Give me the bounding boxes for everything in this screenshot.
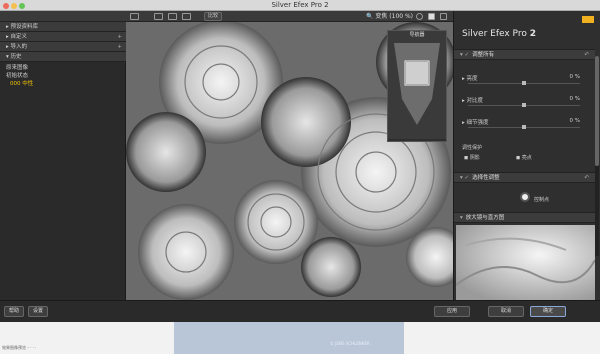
side-by-side-view-icon[interactable] [182, 13, 191, 20]
history-item-selected[interactable]: 000 中性 [10, 80, 33, 88]
reset-icon[interactable]: ↶ [584, 173, 589, 183]
panel-scrollbar[interactable] [595, 56, 599, 256]
ok-button[interactable]: 确定 [530, 306, 566, 317]
section-custom[interactable]: ▸ 自定义 + [0, 32, 126, 42]
watermark-text: © JENS SCHLENKER [330, 341, 370, 346]
slider-knob[interactable] [522, 81, 526, 85]
left-panel: ▸ 预设资料库 ▸ 自定义 + ▸ 导入的 + ▾ 历史 原来图像 初始状态 000… [0, 22, 126, 300]
background-white-icon[interactable] [428, 13, 435, 20]
scrollbar-thumb[interactable] [595, 56, 599, 166]
section-history[interactable]: ▾ 历史 [0, 52, 126, 62]
structure-slider[interactable]: ▸ 细节强度 0 % [462, 117, 588, 131]
collapse-icon[interactable]: ▾ ✓ [460, 175, 469, 181]
zoom-control[interactable]: 🔍 变焦 (100 %) [366, 12, 413, 21]
slider-knob[interactable] [522, 103, 526, 107]
app-logo: Silver Efex Pro 2 [462, 29, 536, 39]
history-item[interactable]: 初始状态 [6, 72, 28, 80]
right-panel: Silver Efex Pro 2 ▾ ✓ 调整所有 ↶ ▸ 亮度 0 % ▸ 对… [453, 11, 600, 300]
add-icon[interactable]: + [117, 42, 122, 52]
loupe-preview[interactable] [456, 225, 595, 300]
title-bar: Silver Efex Pro 2 [0, 0, 600, 11]
split-view-icon[interactable] [168, 13, 177, 20]
slider-label: ▸ 对比度 [462, 98, 484, 104]
compare-button[interactable]: 比较 [204, 12, 223, 21]
nik-logo-icon [582, 16, 594, 23]
slider-value: 0 % [569, 96, 580, 102]
section-label: ▾ 历史 [6, 54, 22, 60]
single-view-icon[interactable] [154, 13, 163, 20]
slider-label: ▸ 亮度 [462, 76, 478, 82]
shadows-toggle[interactable]: ◼ 阴影 [464, 154, 480, 161]
collapse-icon[interactable]: ▾ [460, 215, 463, 221]
slider-label: ▸ 细节强度 [462, 120, 489, 126]
selective-adjustments-header[interactable]: ▾ ✓ 选择性调整 ↶ [454, 172, 595, 183]
reset-icon[interactable]: ↶ [584, 50, 589, 60]
panel-toggle-icon[interactable] [440, 13, 447, 20]
section-label: ▸ 预设资料库 [6, 24, 39, 30]
caption-text: 效果图像预览 - · · · [2, 345, 37, 350]
cancel-button[interactable]: 取消 [488, 306, 524, 317]
bottom-bar: 帮助 设置 应用 取消 确定 [0, 300, 600, 322]
sidebar-toggle-icon[interactable] [130, 13, 139, 20]
navigator-title: 导航器 [388, 31, 446, 39]
window-title: Silver Efex Pro 2 [271, 1, 329, 9]
image-preview[interactable]: 导航器 [126, 22, 453, 300]
add-icon[interactable]: + [117, 32, 122, 42]
section-imported[interactable]: ▸ 导入的 + [0, 42, 126, 52]
apply-button[interactable]: 应用 [434, 306, 470, 317]
settings-button[interactable]: 设置 [28, 306, 48, 317]
brightness-slider[interactable]: ▸ 亮度 0 % [462, 73, 588, 87]
slider-value: 0 % [569, 74, 580, 80]
app-window: Silver Efex Pro 2 比较 🔍 变焦 (100 %) ▸ 预设资料… [0, 0, 600, 354]
navigator-thumbnail[interactable] [388, 39, 446, 139]
help-button[interactable]: 帮助 [4, 306, 24, 317]
background-color-icon[interactable] [416, 13, 423, 20]
slider-knob[interactable] [522, 125, 526, 129]
slider-value: 0 % [569, 118, 580, 124]
global-adjustments-header[interactable]: ▾ ✓ 调整所有 ↶ [454, 49, 595, 60]
control-point-label[interactable]: 控制点 [534, 196, 549, 203]
history-item[interactable]: 原来图像 [6, 64, 28, 72]
section-label: ▸ 自定义 [6, 34, 28, 40]
highlights-toggle[interactable]: ◼ 亮点 [516, 154, 532, 161]
contrast-slider[interactable]: ▸ 对比度 0 % [462, 95, 588, 109]
section-preset-library[interactable]: ▸ 预设资料库 [0, 22, 126, 32]
tone-protection-label: 调性保护 [462, 145, 483, 151]
section-label: ▸ 导入的 [6, 44, 28, 50]
image-thumbnail [174, 322, 404, 354]
loupe-histogram-header[interactable]: ▾ 放大镜与直方图 [454, 212, 595, 223]
navigator-window[interactable]: 导航器 [387, 30, 447, 142]
collapse-icon[interactable]: ▾ ✓ [460, 52, 469, 58]
control-point-icon[interactable] [520, 192, 530, 202]
